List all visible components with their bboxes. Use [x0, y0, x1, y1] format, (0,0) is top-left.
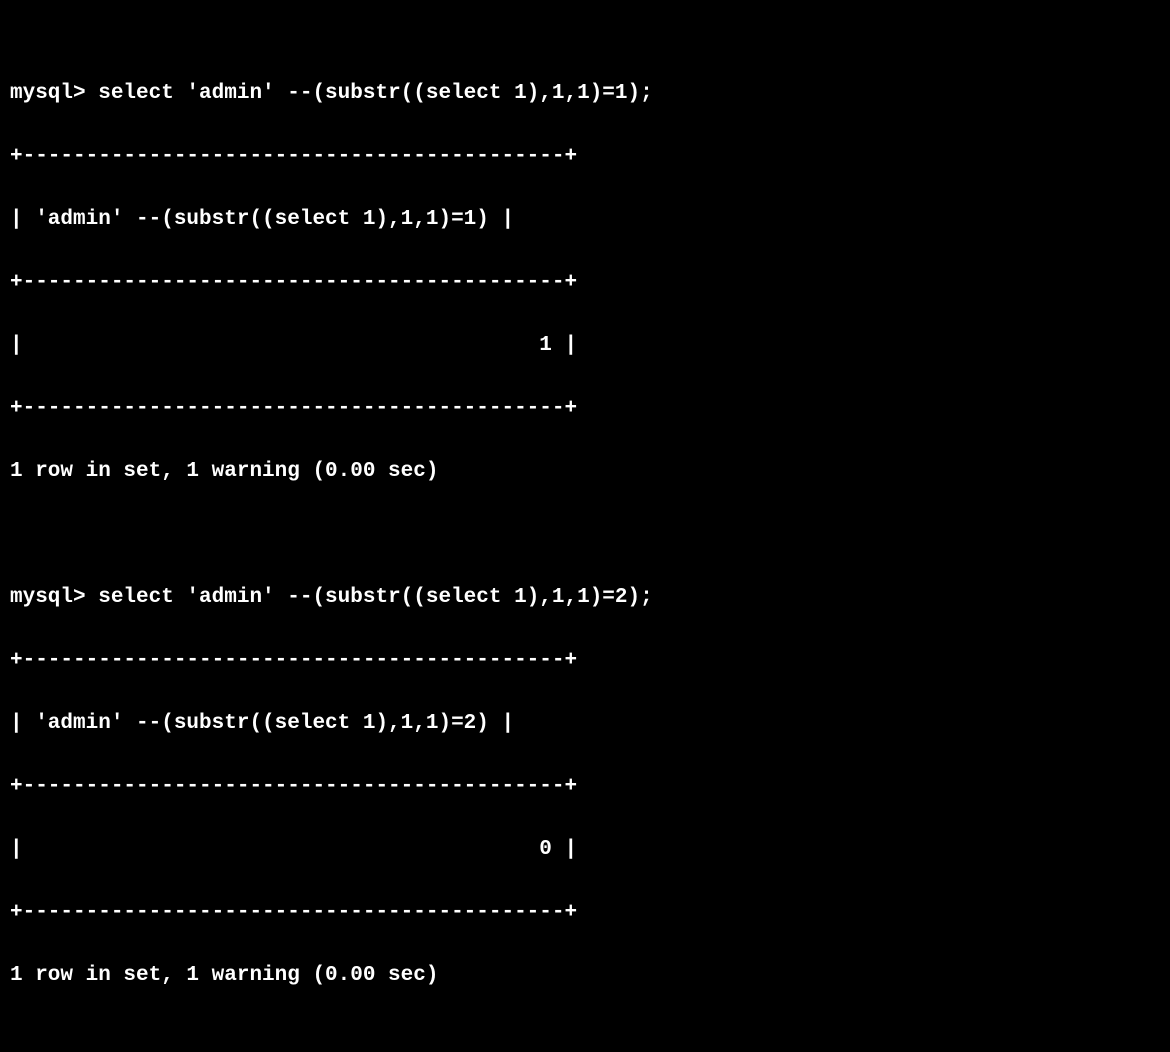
terminal-line-prompt2: mysql> select 'admin' --(substr((select …: [10, 582, 1170, 614]
prompt: mysql>: [10, 586, 98, 609]
query1-status: 1 row in set, 1 warning (0.00 sec): [10, 456, 1170, 488]
query1-border-bot: +---------------------------------------…: [10, 393, 1170, 425]
query1-border-top: +---------------------------------------…: [10, 141, 1170, 173]
query1-border-mid: +---------------------------------------…: [10, 267, 1170, 299]
prompt: mysql>: [10, 82, 98, 105]
query2-status: 1 row in set, 1 warning (0.00 sec): [10, 960, 1170, 992]
query2-header: | 'admin' --(substr((select 1),1,1)=2) |: [10, 708, 1170, 740]
query1-header: | 'admin' --(substr((select 1),1,1)=1) |: [10, 204, 1170, 236]
query2-border-bot: +---------------------------------------…: [10, 897, 1170, 929]
query2-command: select 'admin' --(substr((select 1),1,1)…: [98, 586, 653, 609]
query2-value-row: | 0 |: [10, 834, 1170, 866]
terminal-line-prompt1: mysql> select 'admin' --(substr((select …: [10, 78, 1170, 110]
blank-line: [10, 519, 1170, 551]
query2-border-mid: +---------------------------------------…: [10, 771, 1170, 803]
query1-command: select 'admin' --(substr((select 1),1,1)…: [98, 82, 653, 105]
query2-border-top: +---------------------------------------…: [10, 645, 1170, 677]
query1-value-row: | 1 |: [10, 330, 1170, 362]
